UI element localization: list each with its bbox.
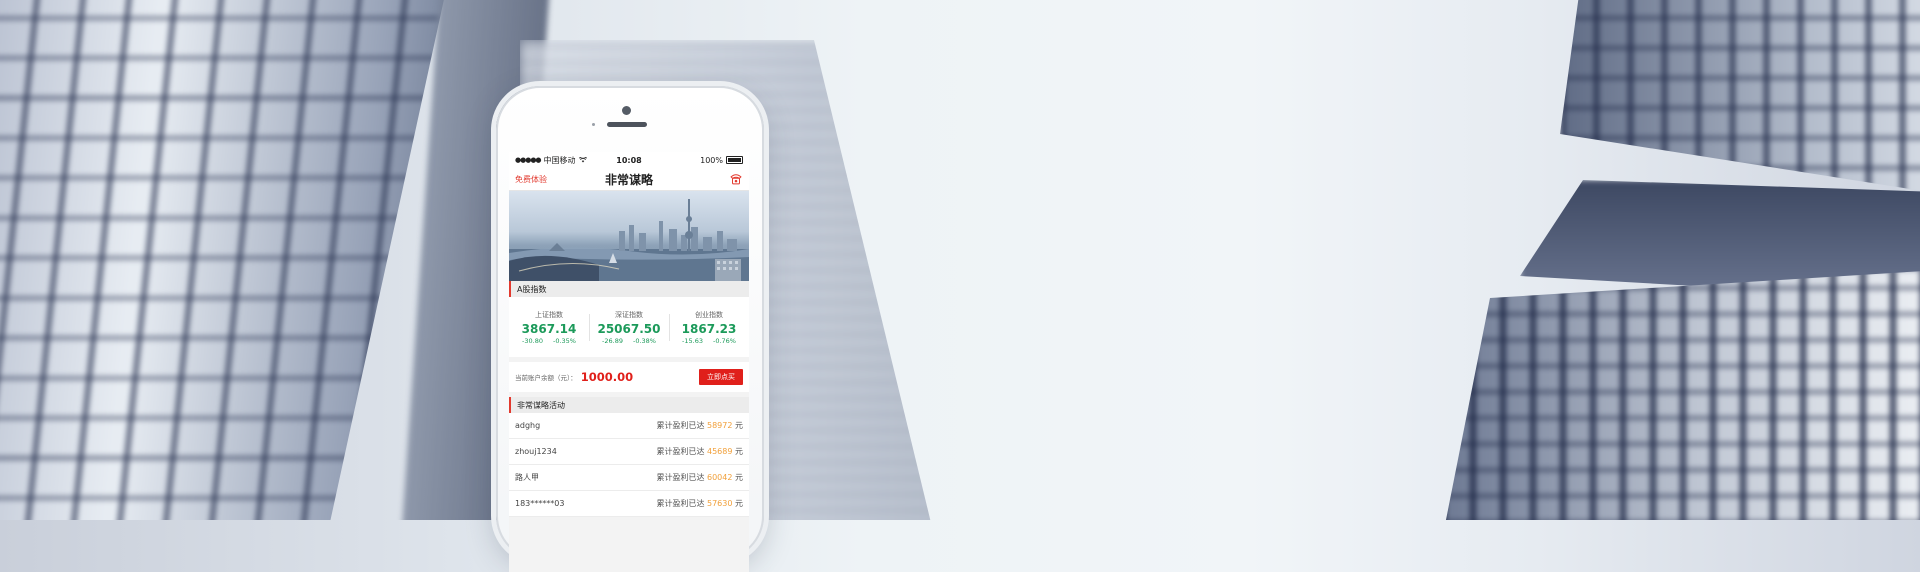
index-change-row: -26.89 -0.38% <box>589 337 669 345</box>
status-right: 100% <box>700 156 743 165</box>
index-change-row: -15.63 -0.76% <box>669 337 749 345</box>
balance-value: 1000.00 <box>580 370 634 384</box>
profit-unit: 元 <box>735 447 743 456</box>
profit-unit: 元 <box>735 499 743 508</box>
phone-screen: ●●●●● 中国移动 10:08 100% 免费体验 非常谋略 A股指数 上证指… <box>509 152 749 572</box>
index-name: 上证指数 <box>535 310 563 319</box>
battery-icon <box>726 156 743 164</box>
list-item[interactable]: 183******03 累计盈利已达 57630 元 <box>509 491 749 517</box>
list-item[interactable]: adghg 累计盈利已达 58972 元 <box>509 413 749 439</box>
index-value: 3867.14 <box>521 321 577 336</box>
profit-text: 累计盈利已达 45689 元 <box>656 446 743 457</box>
index-change: -26.89 <box>602 336 623 345</box>
user-name: 183******03 <box>515 499 565 508</box>
skyscraper-right-top <box>1560 0 1920 200</box>
index-percent: -0.38% <box>632 336 656 345</box>
status-bar: ●●●●● 中国移动 10:08 100% <box>509 152 749 168</box>
activity-list: adghg 累计盈利已达 58972 元 zhouj1234 累计盈利已达 45… <box>509 413 749 517</box>
index-change: -15.63 <box>682 336 703 345</box>
city-skyline-image <box>509 191 749 281</box>
profit-unit: 元 <box>735 473 743 482</box>
index-percent: -0.76% <box>712 336 736 345</box>
profit-text: 累计盈利已达 57630 元 <box>656 498 743 509</box>
profit-amount: 45689 <box>707 447 733 456</box>
index-name: 创业指数 <box>695 310 723 319</box>
phone-mockup: ●●●●● 中国移动 10:08 100% 免费体验 非常谋略 A股指数 上证指… <box>496 86 764 572</box>
background <box>0 0 1920 520</box>
skyscraper-right-bottom <box>1440 270 1920 520</box>
profit-text: 累计盈利已达 58972 元 <box>656 420 743 431</box>
phone-icon[interactable] <box>729 172 743 186</box>
index-value: 25067.50 <box>597 321 661 336</box>
index-name: 深证指数 <box>615 310 643 319</box>
list-item[interactable]: 路人甲 累计盈利已达 60042 元 <box>509 465 749 491</box>
profit-amount: 58972 <box>707 421 733 430</box>
balance-row: 当前账户余额（元）： 1000.00 立即点买 <box>509 362 749 392</box>
index-shanghai[interactable]: 上证指数 3867.14 -30.80 -0.35% <box>509 310 589 345</box>
profit-prefix: 累计盈利已达 <box>656 499 705 508</box>
user-name: 路人甲 <box>515 473 539 482</box>
sensor-dot <box>592 123 595 126</box>
user-name: adghg <box>515 421 541 430</box>
index-chinext[interactable]: 创业指数 1867.23 -15.63 -0.76% <box>669 310 749 345</box>
balance-label: 当前账户余额（元）： <box>515 374 577 382</box>
profit-prefix: 累计盈利已达 <box>656 473 705 482</box>
nav-bar: 免费体验 非常谋略 <box>509 168 749 191</box>
profit-amount: 60042 <box>707 473 733 482</box>
index-percent: -0.35% <box>552 336 576 345</box>
skyline-graphic <box>509 199 749 281</box>
buy-now-button[interactable]: 立即点买 <box>699 369 743 385</box>
index-value: 1867.23 <box>681 321 737 336</box>
index-change-row: -30.80 -0.35% <box>509 337 589 345</box>
list-item[interactable]: zhouj1234 累计盈利已达 45689 元 <box>509 439 749 465</box>
profit-text: 累计盈利已达 60042 元 <box>656 472 743 483</box>
a-share-section-header: A股指数 <box>509 281 749 297</box>
activity-section-header: 非常谋略活动 <box>509 397 749 413</box>
front-camera <box>622 106 631 115</box>
index-panel: 上证指数 3867.14 -30.80 -0.35% 深证指数 25067.50… <box>509 297 749 357</box>
free-trial-link[interactable]: 免费体验 <box>515 174 547 185</box>
profit-amount: 57630 <box>707 499 733 508</box>
user-name: zhouj1234 <box>515 447 557 456</box>
battery-percent: 100% <box>700 155 723 165</box>
index-shenzhen[interactable]: 深证指数 25067.50 -26.89 -0.38% <box>589 310 669 345</box>
index-change: -30.80 <box>522 336 543 345</box>
profit-unit: 元 <box>735 421 743 430</box>
earpiece-speaker <box>607 122 647 127</box>
profit-prefix: 累计盈利已达 <box>656 447 705 456</box>
profit-prefix: 累计盈利已达 <box>656 421 705 430</box>
